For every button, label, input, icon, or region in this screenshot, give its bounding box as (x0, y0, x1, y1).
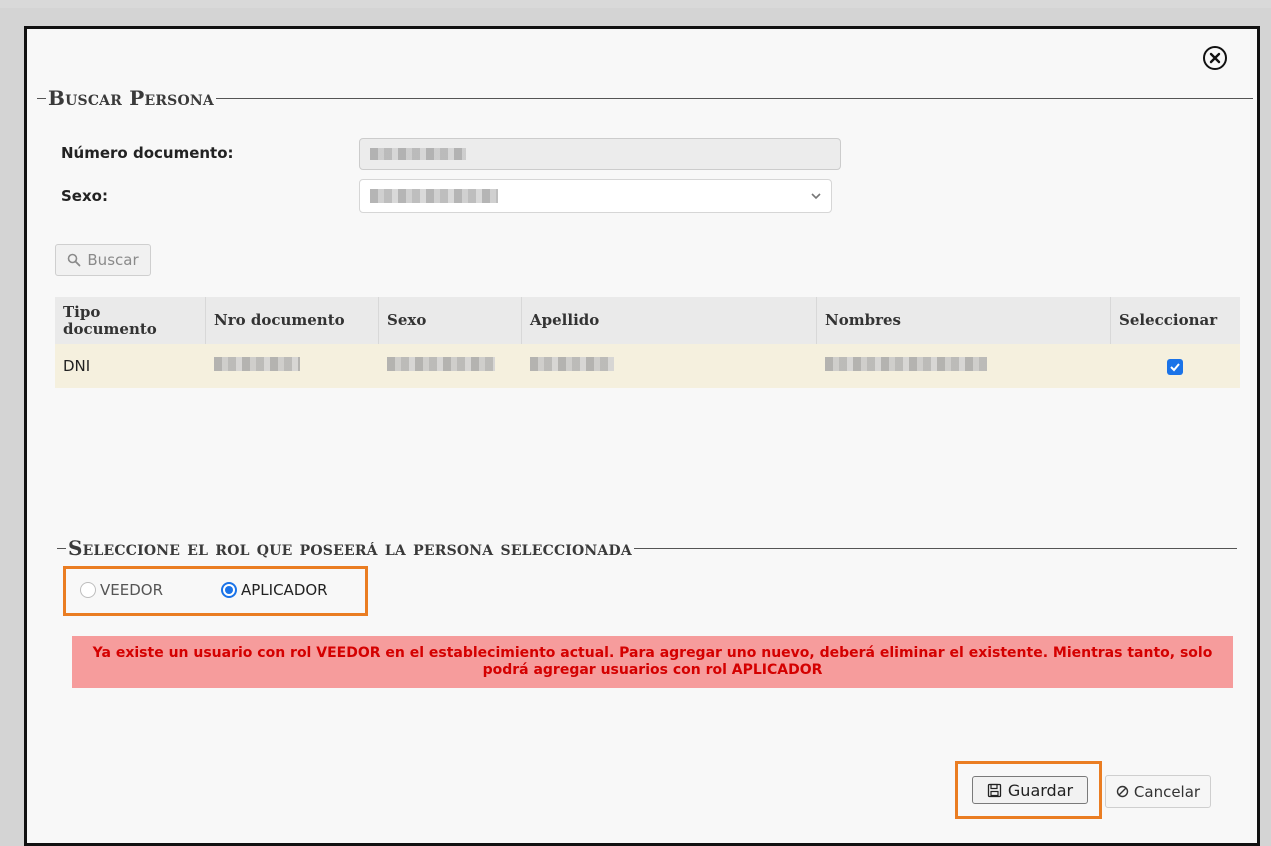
legend-dash (57, 547, 66, 549)
table-header-row: Tipo documento Nro documento Sexo Apelli… (55, 297, 1240, 344)
search-icon (68, 253, 81, 267)
search-button[interactable]: Buscar (55, 244, 151, 276)
cell-nombres (816, 344, 1111, 388)
legend-line (215, 97, 1253, 99)
col-nombres[interactable]: Nombres (816, 297, 1111, 344)
sex-select[interactable] (359, 179, 832, 213)
save-button[interactable]: Guardar (972, 776, 1088, 804)
role-radio-group: VEEDOR APLICADOR (63, 566, 368, 616)
col-nro-documento[interactable]: Nro documento (205, 297, 379, 344)
alert-message: Ya existe un usuario con rol VEEDOR en e… (92, 645, 1213, 678)
legend-line (633, 547, 1237, 549)
radio-veedor-circle[interactable] (80, 582, 96, 598)
radio-aplicador-label: APLICADOR (241, 581, 328, 599)
col-tipo-documento[interactable]: Tipo documento (55, 297, 206, 344)
col-seleccionar[interactable]: Seleccionar (1110, 297, 1240, 344)
search-section-header: Buscar Persona (37, 86, 1253, 110)
radio-veedor[interactable]: VEEDOR (80, 581, 163, 599)
cancel-button-label: Cancelar (1133, 782, 1201, 801)
save-button-label: Guardar (1007, 780, 1074, 800)
legend-dash (37, 97, 46, 99)
cell-sexo (378, 344, 522, 388)
doc-number-field[interactable] (359, 138, 841, 170)
redacted-apellido (529, 357, 614, 371)
radio-aplicador[interactable]: APLICADOR (221, 581, 328, 599)
col-sexo[interactable]: Sexo (378, 297, 522, 344)
redacted-sexo (386, 357, 495, 371)
cell-nro (205, 344, 379, 388)
select-checkbox[interactable] (1167, 358, 1184, 375)
search-button-label: Buscar (87, 251, 139, 269)
redacted-nro (213, 357, 300, 371)
buscar-persona-dialog: Buscar Persona Número documento: Sexo: B… (24, 26, 1260, 846)
checkmark-icon (1170, 362, 1181, 371)
redacted-sex-value (370, 189, 498, 203)
role-section-title: Seleccione el rol que poseerá la persona… (68, 536, 632, 560)
cancel-icon (1116, 785, 1129, 798)
save-button-highlight: Guardar (955, 761, 1102, 819)
role-section-header: Seleccione el rol que poseerá la persona… (57, 536, 1237, 560)
radio-veedor-label: VEEDOR (100, 581, 163, 599)
radio-aplicador-circle[interactable] (221, 582, 237, 598)
cell-apellido (521, 344, 817, 388)
search-section-title: Buscar Persona (48, 86, 214, 110)
cell-seleccionar (1110, 344, 1240, 388)
warning-alert: Ya existe un usuario con rol VEEDOR en e… (72, 636, 1233, 688)
chevron-down-icon (811, 193, 821, 200)
close-icon (1209, 52, 1221, 64)
close-button[interactable] (1203, 46, 1227, 70)
page-backdrop (0, 0, 1271, 8)
sex-label: Sexo: (61, 187, 108, 205)
col-apellido[interactable]: Apellido (521, 297, 817, 344)
floppy-disk-icon (987, 783, 1002, 797)
doc-number-label: Número documento: (61, 144, 234, 162)
table-row[interactable]: DNI (55, 344, 1240, 388)
cancel-button[interactable]: Cancelar (1105, 775, 1211, 808)
results-table: Tipo documento Nro documento Sexo Apelli… (55, 297, 1240, 388)
cell-tipo: DNI (55, 344, 206, 388)
redacted-nombres (824, 357, 987, 371)
redacted-doc-number (370, 148, 466, 160)
